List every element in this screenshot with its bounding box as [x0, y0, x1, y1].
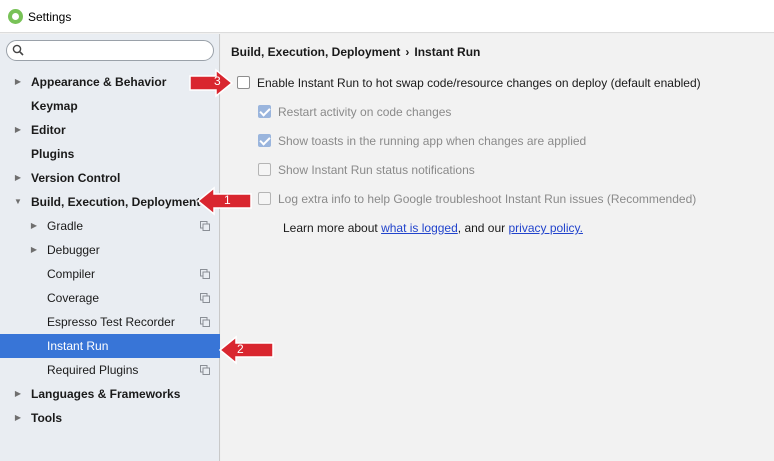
status-notifications-checkbox[interactable]	[258, 163, 271, 176]
collapse-arrow-icon[interactable]: ▼	[12, 190, 24, 214]
sidebar-item-label: Appearance & Behavior	[31, 75, 167, 89]
sidebar-item-compiler[interactable]: Compiler	[0, 262, 220, 286]
expand-arrow-icon[interactable]: ▶	[12, 118, 24, 142]
sidebar-item-label: Required Plugins	[47, 363, 139, 377]
show-toasts-checkbox[interactable]	[258, 134, 271, 147]
sidebar-item-label: Editor	[31, 123, 66, 137]
sidebar-item-espresso-test-recorder[interactable]: Espresso Test Recorder	[0, 310, 220, 334]
privacy-policy-link[interactable]: privacy policy.	[508, 221, 582, 235]
settings-sidebar: ▶ Appearance & Behavior Keymap ▶ Editor …	[0, 34, 220, 461]
sidebar-item-plugins[interactable]: Plugins	[0, 142, 220, 166]
sidebar-item-instant-run[interactable]: Instant Run	[0, 334, 220, 358]
project-settings-icon	[200, 269, 210, 279]
sidebar-item-appearance-behavior[interactable]: ▶ Appearance & Behavior	[0, 70, 220, 94]
sidebar-item-label: Build, Execution, Deployment	[31, 195, 201, 209]
callout-number: 3	[214, 74, 221, 88]
expand-arrow-icon[interactable]: ▶	[28, 214, 40, 238]
project-settings-icon	[200, 221, 210, 231]
callout-number: 2	[237, 342, 244, 356]
sidebar-item-keymap[interactable]: Keymap	[0, 94, 220, 118]
search-icon	[12, 44, 24, 56]
option-label: Restart activity on code changes	[278, 105, 452, 119]
breadcrumb-separator: ›	[405, 45, 410, 59]
status-notifications-option[interactable]: Show Instant Run status notifications	[258, 161, 738, 179]
callout-number: 1	[224, 193, 231, 207]
sidebar-item-label: Compiler	[47, 267, 96, 281]
option-label: Enable Instant Run to hot swap code/reso…	[257, 76, 701, 90]
breadcrumb: Build, Execution, Deployment › Instant Run	[231, 45, 480, 59]
option-label: Show toasts in the running app when chan…	[278, 134, 587, 148]
sidebar-item-label: Coverage	[47, 291, 100, 305]
sidebar-item-label: Debugger	[47, 243, 100, 257]
callout-arrow-1: 1	[196, 186, 254, 216]
expand-arrow-icon[interactable]: ▶	[12, 70, 24, 94]
show-toasts-option[interactable]: Show toasts in the running app when chan…	[258, 132, 738, 150]
log-extra-info-checkbox[interactable]	[258, 192, 271, 205]
settings-content-panel: Build, Execution, Deployment › Instant Run…	[221, 34, 774, 461]
expand-arrow-icon[interactable]: ▶	[12, 166, 24, 190]
sidebar-item-tools[interactable]: ▶ Tools	[0, 406, 220, 430]
search-input[interactable]	[6, 40, 214, 61]
sidebar-item-editor[interactable]: ▶ Editor	[0, 118, 220, 142]
learn-more-text: Learn more about what is logged, and our…	[283, 221, 583, 235]
project-settings-icon	[200, 317, 210, 327]
option-label: Show Instant Run status notifications	[278, 163, 475, 177]
sidebar-item-languages-frameworks[interactable]: ▶ Languages & Frameworks	[0, 382, 220, 406]
enable-instant-run-checkbox[interactable]	[237, 76, 250, 89]
enable-instant-run-option[interactable]: Enable Instant Run to hot swap code/reso…	[237, 74, 757, 92]
restart-activity-option[interactable]: Restart activity on code changes	[258, 103, 738, 121]
sidebar-item-label: Gradle	[47, 219, 84, 233]
restart-activity-checkbox[interactable]	[258, 105, 271, 118]
callout-arrow-2: 2	[218, 335, 276, 365]
android-studio-icon	[8, 9, 23, 24]
sidebar-item-gradle[interactable]: ▶ Gradle	[0, 214, 220, 238]
title-bar: Settings	[0, 0, 774, 33]
sidebar-item-label: Languages & Frameworks	[31, 387, 181, 401]
callout-arrow-3: 3	[188, 68, 234, 98]
breadcrumb-parent[interactable]: Build, Execution, Deployment	[231, 45, 400, 59]
project-settings-icon	[200, 365, 210, 375]
sidebar-item-label: Keymap	[31, 99, 78, 113]
right-arrow-icon	[189, 68, 234, 98]
expand-arrow-icon[interactable]: ▶	[28, 238, 40, 262]
learn-more-middle: , and our	[457, 221, 509, 235]
sidebar-item-label: Tools	[31, 411, 63, 425]
option-label: Log extra info to help Google troublesho…	[278, 192, 697, 206]
sidebar-item-label: Version Control	[31, 171, 121, 185]
what-is-logged-link[interactable]: what is logged	[381, 221, 458, 235]
project-settings-icon	[200, 293, 210, 303]
sidebar-item-debugger[interactable]: ▶ Debugger	[0, 238, 220, 262]
learn-more-prefix: Learn more about	[283, 221, 382, 235]
sidebar-item-label: Instant Run	[47, 339, 109, 353]
log-extra-info-option[interactable]: Log extra info to help Google troublesho…	[258, 190, 738, 208]
sidebar-item-label: Plugins	[31, 147, 75, 161]
breadcrumb-current: Instant Run	[414, 45, 481, 59]
window-title: Settings	[28, 10, 72, 24]
left-arrow-icon	[218, 335, 274, 365]
sidebar-item-build-execution-deployment[interactable]: ▼ Build, Execution, Deployment	[0, 190, 220, 214]
sidebar-item-label: Espresso Test Recorder	[47, 315, 175, 329]
sidebar-item-version-control[interactable]: ▶ Version Control	[0, 166, 220, 190]
sidebar-item-coverage[interactable]: Coverage	[0, 286, 220, 310]
sidebar-item-required-plugins[interactable]: Required Plugins	[0, 358, 220, 382]
expand-arrow-icon[interactable]: ▶	[12, 382, 24, 406]
expand-arrow-icon[interactable]: ▶	[12, 406, 24, 430]
